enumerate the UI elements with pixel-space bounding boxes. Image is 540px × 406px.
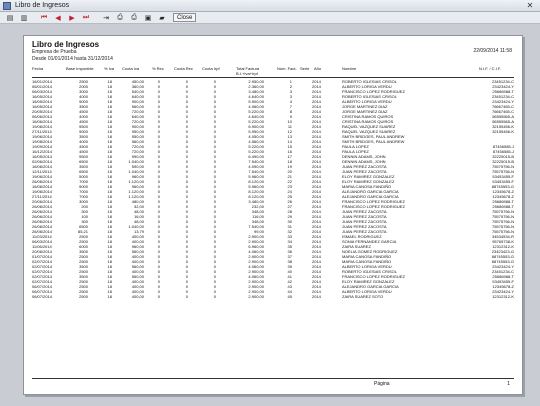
col-header-serie: Serie — [300, 66, 310, 71]
cell-iva-pct: 18 — [107, 294, 112, 299]
cell-nif: 12312312-K — [492, 294, 514, 299]
col-header-cuota-irpf: Cuota Irpf — [202, 66, 220, 71]
report-title: Libro de Ingresos — [32, 40, 100, 49]
col-header-total: Total Factura B.I.+Iva+Irpf — [236, 66, 259, 76]
window-close-icon[interactable]: ✕ — [524, 1, 536, 10]
window-titlebar: Libro de Ingresos ✕ — [0, 0, 540, 12]
close-button[interactable]: Close — [173, 13, 197, 22]
col-header-iva-pct: % Iva — [104, 66, 115, 71]
cell-total: 2.900,00 — [248, 294, 264, 299]
previous-page-icon[interactable]: ◀ — [52, 13, 64, 23]
footer-divider — [32, 378, 514, 379]
col-header-fecha: Fecha — [32, 66, 44, 71]
company-name: Empresa de Prueba — [32, 49, 77, 55]
printed-date: 22/09/2014 11:58 — [473, 48, 512, 54]
table-row: 06/07/2014 2500 18 400,00 0 0 0 2.900,00 45 2014 Z… — [24, 294, 522, 299]
page-view-icon[interactable]: ▤ — [4, 13, 16, 23]
report-toolbar: ▤ ▥ ⏮ ◀ ▶ ⏭ ⇥ ⎙ ⎙ ▣ ▰ Close — [0, 12, 540, 24]
date-range: Desde 01/01/2014 hasta 31/12/2014 — [32, 56, 113, 62]
cell-rec-pct: 0 — [157, 294, 160, 299]
col-header-num: Núm. Fact. — [277, 66, 297, 71]
page-label: Página — [374, 381, 390, 387]
two-pages-icon[interactable]: ▥ — [18, 13, 30, 23]
first-page-icon[interactable]: ⏮ — [38, 13, 50, 23]
cell-cuota-rec: 0 — [185, 294, 188, 299]
cell-num: 45 — [287, 294, 292, 299]
cell-fecha: 06/07/2014 — [32, 294, 53, 299]
app-icon — [3, 1, 11, 10]
col-header-anio: Año — [314, 66, 322, 71]
cell-base: 2500 — [79, 294, 88, 299]
cell-cuota-iva: 400,00 — [131, 294, 144, 299]
cell-anio: 2014 — [312, 294, 321, 299]
col-header-nif: N.I.F. / C.I.F. — [479, 66, 502, 71]
page-number: 1 — [507, 381, 510, 387]
col-header-rec-pct: % Rec — [152, 66, 164, 71]
open-folder-icon[interactable]: ▰ — [156, 13, 168, 23]
header-divider — [32, 77, 514, 78]
col-header-nombre: Nombre — [342, 66, 357, 71]
col-header-cuota-rec: Cuota Rec — [174, 66, 193, 71]
cell-nombre: ZAIRA SUAREZ SOTO — [342, 294, 384, 299]
last-page-icon[interactable]: ⏭ — [80, 13, 92, 23]
col-header-total-line2: B.I.+Iva+Irpf — [236, 71, 258, 76]
report-viewer[interactable]: Libro de Ingresos Empresa de Prueba Desd… — [0, 25, 540, 406]
col-header-base: Base Imponible — [66, 66, 94, 71]
report-rows: 16/01/2014 2500 18 450,00 0 0 0 2.950,00 1 2014 RO… — [24, 79, 522, 299]
cell-cuota-irpf: 0 — [213, 294, 216, 299]
window-title: Libro de Ingresos — [15, 2, 70, 9]
goto-page-icon[interactable]: ⇥ — [100, 13, 112, 23]
save-icon[interactable]: ▣ — [142, 13, 154, 23]
print-icon[interactable]: ⎙ — [114, 13, 126, 23]
report-page: Libro de Ingresos Empresa de Prueba Desd… — [23, 35, 523, 395]
next-page-icon[interactable]: ▶ — [66, 13, 78, 23]
printer-setup-icon[interactable]: ⎙ — [128, 13, 140, 23]
col-header-cuota-iva: Cuota Iva — [122, 66, 140, 71]
